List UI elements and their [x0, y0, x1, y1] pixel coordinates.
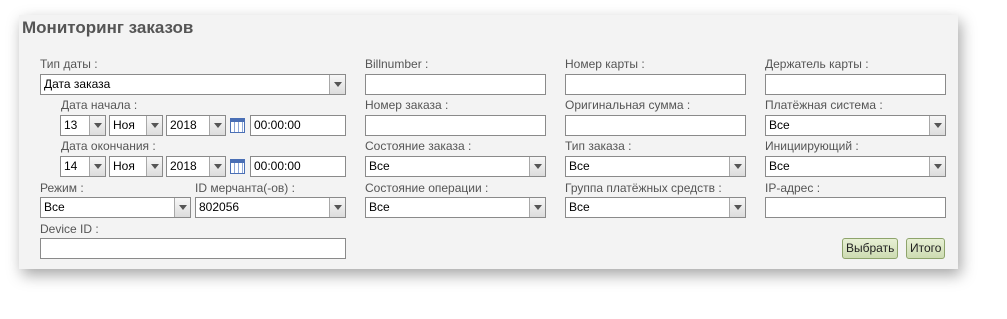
order-number-label: Номер заказа : [365, 98, 449, 112]
chevron-down-icon[interactable] [329, 198, 345, 217]
order-type-label: Тип заказа : [565, 139, 632, 153]
card-number-label: Номер карты : [565, 57, 645, 71]
date-type-label: Тип даты : [40, 57, 98, 71]
mode-label: Режим : [40, 181, 84, 195]
chevron-down-icon[interactable] [929, 116, 945, 135]
payment-system-label: Платёжная система : [765, 98, 883, 112]
total-button[interactable]: Итого [906, 238, 946, 259]
chevron-down-icon[interactable] [729, 157, 745, 176]
device-id-input[interactable] [40, 238, 346, 259]
card-number-input[interactable] [565, 74, 746, 95]
payment-system-select[interactable]: Все [765, 115, 946, 136]
end-day-value: 14 [64, 159, 78, 173]
start-day-value: 13 [64, 118, 78, 132]
end-month-value: Ноя [113, 159, 135, 173]
end-year-select[interactable]: 2018 [166, 156, 226, 177]
order-state-select[interactable]: Все [365, 156, 546, 177]
chevron-down-icon[interactable] [89, 157, 105, 176]
chevron-down-icon[interactable] [209, 116, 225, 135]
payment-group-label: Группа платёжных средств : [565, 181, 722, 195]
original-amount-input[interactable] [565, 115, 746, 136]
payment-group-value: Все [569, 200, 590, 214]
chevron-down-icon[interactable] [929, 157, 945, 176]
order-state-value: Все [369, 159, 390, 173]
billnumber-input[interactable] [365, 74, 546, 95]
ip-address-input[interactable] [765, 197, 946, 218]
date-type-select[interactable]: Дата заказа [40, 74, 346, 95]
end-day-select[interactable]: 14 [60, 156, 106, 177]
payment-group-select[interactable]: Все [565, 197, 746, 218]
initiator-value: Все [769, 159, 790, 173]
chevron-down-icon[interactable] [146, 157, 162, 176]
merchant-id-value: 802056 [199, 200, 240, 214]
operation-state-value: Все [369, 200, 390, 214]
start-month-select[interactable]: Ноя [109, 115, 163, 136]
chevron-down-icon[interactable] [146, 116, 162, 135]
mode-value: Все [44, 200, 65, 214]
merchant-id-label: ID мерчанта(-ов) : [195, 181, 295, 195]
end-year-value: 2018 [170, 159, 197, 173]
device-id-label: Device ID : [40, 222, 99, 236]
payment-system-value: Все [769, 118, 790, 132]
order-state-label: Состояние заказа : [365, 139, 472, 153]
calendar-icon[interactable] [230, 118, 245, 133]
merchant-id-select[interactable]: 802056 [195, 197, 346, 218]
calendar-icon[interactable] [230, 159, 245, 174]
chevron-down-icon[interactable] [529, 157, 545, 176]
page-title: Мониторинг заказов [22, 18, 194, 37]
date-end-label: Дата окончания : [61, 139, 156, 153]
chevron-down-icon[interactable] [529, 198, 545, 217]
operation-state-select[interactable]: Все [365, 197, 546, 218]
operation-state-label: Состояние операции : [365, 181, 489, 195]
start-year-select[interactable]: 2018 [166, 115, 226, 136]
card-holder-label: Держатель карты : [765, 57, 869, 71]
ip-address-label: IP-адрес : [765, 181, 821, 195]
order-type-value: Все [569, 159, 590, 173]
order-type-select[interactable]: Все [565, 156, 746, 177]
initiator-select[interactable]: Все [765, 156, 946, 177]
select-button[interactable]: Выбрать [842, 238, 899, 259]
original-amount-label: Оригинальная сумма : [565, 98, 691, 112]
order-number-input[interactable] [365, 115, 546, 136]
initiator-label: Инициирующий : [765, 139, 859, 153]
start-day-select[interactable]: 13 [60, 115, 106, 136]
start-month-value: Ноя [113, 118, 135, 132]
chevron-down-icon[interactable] [89, 116, 105, 135]
billnumber-label: Billnumber : [365, 57, 429, 71]
start-time-input[interactable]: 00:00:00 [250, 115, 346, 136]
mode-select[interactable]: Все [40, 197, 191, 218]
end-month-select[interactable]: Ноя [109, 156, 163, 177]
date-start-label: Дата начала : [61, 98, 138, 112]
chevron-down-icon[interactable] [209, 157, 225, 176]
start-year-value: 2018 [170, 118, 197, 132]
card-holder-input[interactable] [765, 74, 946, 95]
chevron-down-icon[interactable] [329, 75, 345, 94]
chevron-down-icon[interactable] [729, 198, 745, 217]
order-monitoring-panel: Мониторинг заказов Тип даты : Дата заказ… [19, 15, 958, 269]
end-time-input[interactable]: 00:00:00 [250, 156, 346, 177]
date-type-value: Дата заказа [44, 77, 111, 91]
chevron-down-icon[interactable] [174, 198, 190, 217]
